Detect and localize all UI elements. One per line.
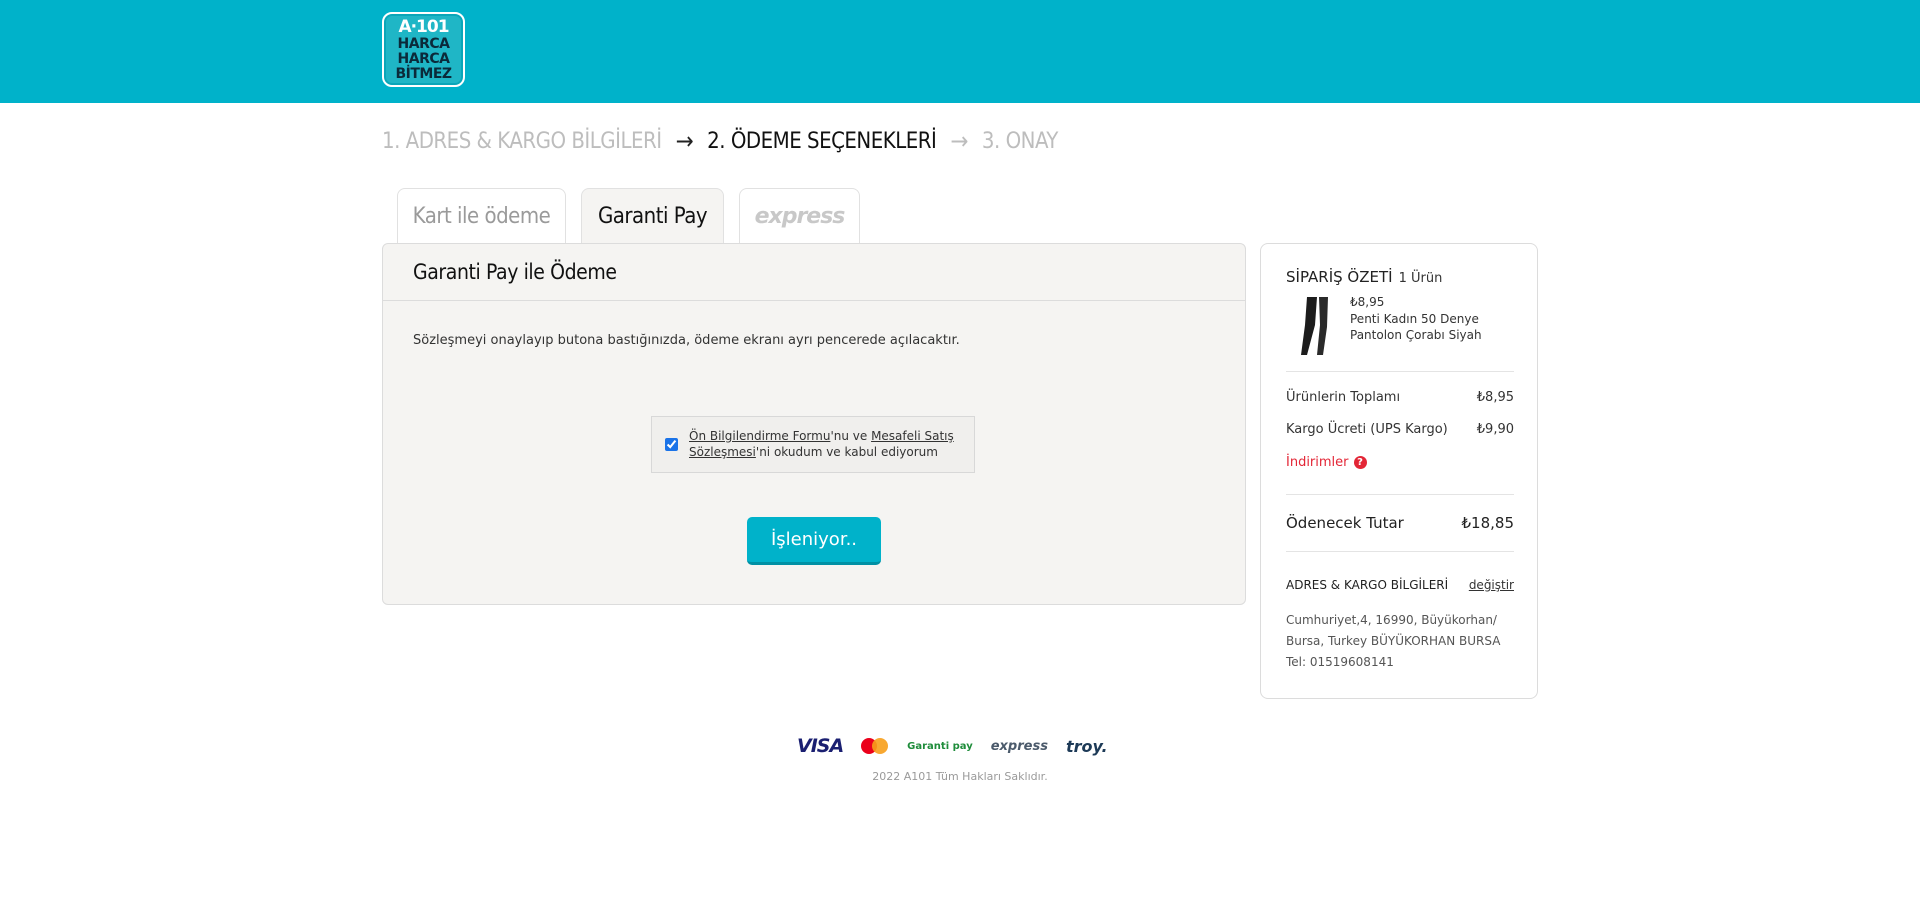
mastercard-logo xyxy=(861,737,889,755)
payment-info-text: Sözleşmeyi onaylayıp butona bastığınızda… xyxy=(413,333,960,348)
bkm-express-logo: express xyxy=(754,204,846,229)
step-address[interactable]: 1. ADRES & KARGO BİLGİLERİ xyxy=(382,129,662,154)
garanti-pay-logo: Garanti pay xyxy=(907,740,973,752)
order-summary: SİPARİŞ ÖZETİ 1 Ürün ₺8,95 Penti Kadın 50… xyxy=(1260,243,1538,699)
subtotal-label: Ürünlerin Toplamı xyxy=(1286,390,1401,405)
processing-button[interactable]: İşleniyor.. xyxy=(747,517,881,565)
item-count: 1 Ürün xyxy=(1398,271,1443,286)
address-title: ADRES & KARGO BİLGİLERİ xyxy=(1286,578,1449,592)
step-payment: 2. ÖDEME SEÇENEKLERİ xyxy=(707,128,937,154)
a101-logo[interactable]: A·101 HARCA HARCA BİTMEZ xyxy=(382,12,465,87)
payment-tabs: Kart ile ödeme Garanti Pay express xyxy=(397,188,860,244)
product-image[interactable] xyxy=(1293,295,1339,357)
divider xyxy=(1286,494,1514,495)
garanti-pay-panel: Garanti Pay ile Ödeme Sözleşmeyi onaylay… xyxy=(382,243,1246,605)
step-confirm: 3. ONAY xyxy=(981,128,1058,154)
address-header: ADRES & KARGO BİLGİLERİ değiştir xyxy=(1286,578,1514,592)
consent-text: Ön Bilgilendirme Formu'nu ve Mesafeli Sa… xyxy=(689,428,959,460)
shipping-value: ₺9,90 xyxy=(1476,422,1514,437)
subtotal-row: Ürünlerin Toplamı ₺8,95 xyxy=(1286,390,1514,405)
arrow-right-icon: → xyxy=(675,127,694,155)
address-line: Cumhuriyet,4, 16990, Büyükorhan/ xyxy=(1286,613,1497,627)
consent-box: Ön Bilgilendirme Formu'nu ve Mesafeli Sa… xyxy=(651,416,975,473)
subtotal-value: ₺8,95 xyxy=(1476,390,1514,405)
total-value: ₺18,85 xyxy=(1461,514,1515,532)
total-row: Ödenecek Tutar ₺18,85 xyxy=(1286,514,1514,532)
visa-logo: VISA xyxy=(797,735,844,757)
tab-card-payment[interactable]: Kart ile ödeme xyxy=(397,188,566,244)
product-name[interactable]: Penti Kadın 50 Denye Pantolon Çorabı Siy… xyxy=(1350,311,1510,343)
summary-title-text: SİPARİŞ ÖZETİ xyxy=(1286,268,1393,286)
shipping-label: Kargo Ücreti (UPS Kargo) xyxy=(1286,422,1448,437)
total-label: Ödenecek Tutar xyxy=(1286,514,1404,532)
tab-garanti-pay[interactable]: Garanti Pay xyxy=(581,188,724,244)
consent-text-part: 'ni okudum ve kabul ediyorum xyxy=(755,445,938,459)
panel-title: Garanti Pay ile Ödeme xyxy=(383,244,1245,301)
tab-bkm-express[interactable]: express xyxy=(739,188,860,244)
discounts-label: İndirimler xyxy=(1286,455,1349,470)
address-line: Bursa, Turkey BÜYÜKORHAN BURSA xyxy=(1286,634,1501,648)
discounts-row[interactable]: İndirimler ? xyxy=(1286,455,1514,470)
bkm-express-logo: express xyxy=(990,738,1048,754)
consent-checkbox[interactable] xyxy=(665,438,678,451)
payment-logos: VISA Garanti pay express troy. xyxy=(797,733,1108,759)
shipping-row: Kargo Ücreti (UPS Kargo) ₺9,90 xyxy=(1286,422,1514,437)
change-address-link[interactable]: değiştir xyxy=(1469,578,1514,592)
header-bar: A·101 HARCA HARCA BİTMEZ xyxy=(0,0,1920,103)
address-text: Cumhuriyet,4, 16990, Büyükorhan/ Bursa, … xyxy=(1286,610,1516,673)
summary-title: SİPARİŞ ÖZETİ 1 Ürün xyxy=(1286,268,1442,286)
troy-logo: troy. xyxy=(1065,736,1108,756)
arrow-right-icon: → xyxy=(950,127,968,155)
copyright-text: 2022 A101 Tüm Hakları Saklıdır. xyxy=(872,770,1048,783)
logo-text: HARCA xyxy=(397,35,450,52)
phone-number: Tel: 01519608141 xyxy=(1286,655,1394,669)
question-icon[interactable]: ? xyxy=(1353,456,1367,469)
logo-text: A·101 xyxy=(398,16,449,37)
divider xyxy=(1286,551,1514,552)
logo-text: BİTMEZ xyxy=(395,65,452,82)
consent-text-part: 'nu ve xyxy=(830,429,872,443)
pre-info-form-link[interactable]: Ön Bilgilendirme Formu xyxy=(689,429,830,443)
logo-text: HARCA xyxy=(397,50,450,67)
checkout-steps: 1. ADRES & KARGO BİLGİLERİ → 2. ÖDEME SE… xyxy=(382,124,1058,158)
divider xyxy=(1286,371,1514,372)
product-price: ₺8,95 xyxy=(1350,295,1385,309)
